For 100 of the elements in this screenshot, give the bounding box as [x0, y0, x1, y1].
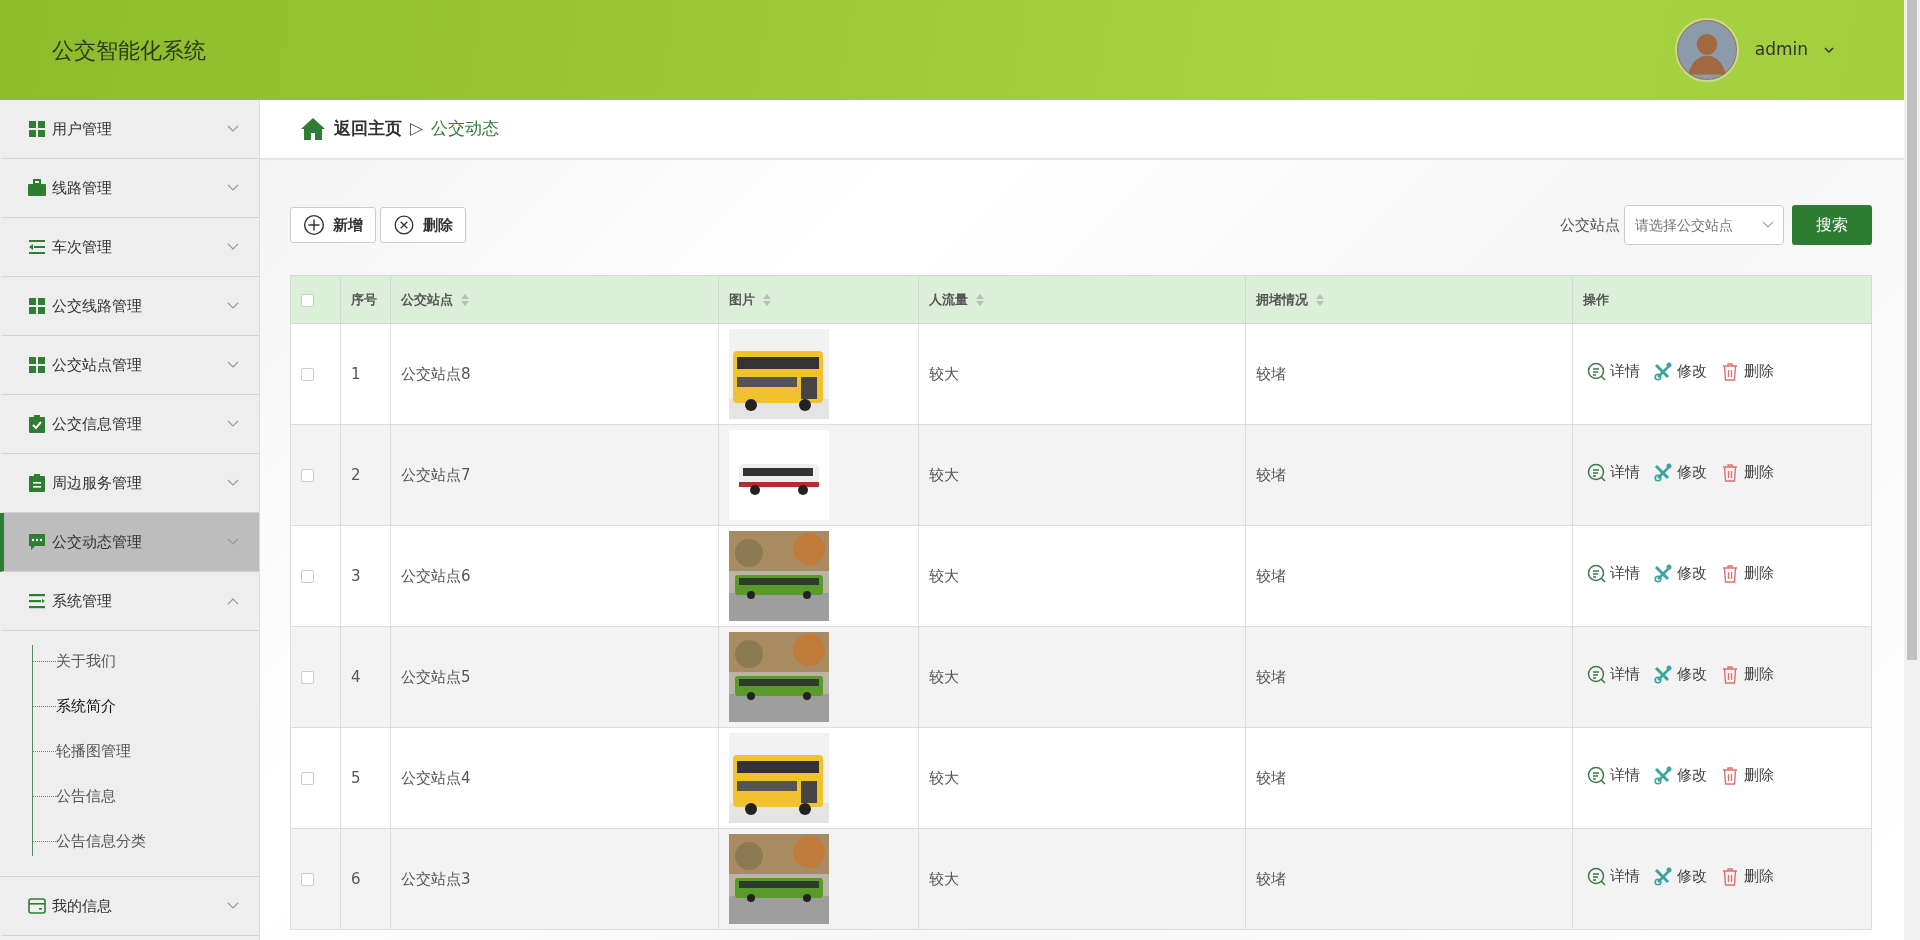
row-checkbox[interactable]: [301, 367, 314, 381]
chevron-down-icon: [227, 902, 239, 910]
table-cell: 5: [340, 727, 391, 829]
clipboard-icon: [28, 474, 46, 492]
grid-icon: [28, 297, 46, 315]
chevron-up-icon: [227, 597, 239, 605]
detail-link[interactable]: 详情: [1587, 461, 1640, 484]
home-link[interactable]: 返回主页: [334, 116, 402, 142]
chevron-down-icon: [1824, 46, 1834, 54]
trash-icon: [1721, 463, 1740, 483]
trash-icon: [1721, 867, 1740, 887]
chevron-down-icon: [227, 538, 239, 546]
edit-link[interactable]: 修改: [1654, 360, 1707, 383]
home-icon[interactable]: [300, 117, 326, 141]
wrench-screwdriver-icon: [1654, 564, 1673, 584]
column-header[interactable]: 图片: [729, 289, 755, 310]
sidebar-item[interactable]: 公交信息管理: [0, 395, 259, 454]
search-button[interactable]: 搜索: [1792, 205, 1872, 245]
grid-icon: [28, 120, 46, 138]
trash-icon: [1721, 665, 1740, 685]
sidebar-item[interactable]: 我的信息: [0, 877, 259, 936]
table-cell: 较堵: [1245, 323, 1573, 425]
row-checkbox[interactable]: [301, 872, 314, 886]
wrench-screwdriver-icon: [1654, 362, 1673, 382]
add-button[interactable]: 新增: [290, 207, 376, 243]
detail-link[interactable]: 详情: [1587, 360, 1640, 383]
delete-link[interactable]: 删除: [1721, 663, 1774, 686]
table-cell: 较堵: [1245, 828, 1573, 930]
chevron-down-icon: [227, 302, 239, 310]
row-checkbox[interactable]: [301, 670, 314, 684]
row-checkbox[interactable]: [301, 468, 314, 482]
chevron-down-icon: [227, 361, 239, 369]
chat-icon: [28, 533, 46, 551]
select-all-checkbox[interactable]: [301, 293, 314, 307]
detail-icon: [1587, 463, 1606, 483]
table-cell: 较大: [918, 424, 1246, 526]
edit-link[interactable]: 修改: [1654, 865, 1707, 888]
x-circle-icon: [393, 214, 415, 236]
delete-link[interactable]: 删除: [1721, 360, 1774, 383]
sidebar-item[interactable]: 线路管理: [0, 159, 259, 218]
sidebar-item[interactable]: 系统管理: [0, 572, 259, 631]
table-cell: 较大: [918, 828, 1246, 930]
table-cell: 1: [340, 323, 391, 425]
column-header[interactable]: 拥堵情况: [1256, 289, 1308, 310]
grid-icon: [28, 356, 46, 374]
detail-icon: [1587, 362, 1606, 382]
table-cell: 较堵: [1245, 727, 1573, 829]
detail-icon: [1587, 867, 1606, 887]
user-menu[interactable]: admin: [1754, 37, 1808, 63]
table-cell: 公交站点7: [390, 424, 719, 526]
chevron-down-icon: [227, 420, 239, 428]
edit-link[interactable]: 修改: [1654, 663, 1707, 686]
delete-link[interactable]: 删除: [1721, 461, 1774, 484]
detail-link[interactable]: 详情: [1587, 562, 1640, 585]
wrench-screwdriver-icon: [1654, 766, 1673, 786]
app-title: 公交智能化系统: [52, 36, 206, 65]
card-icon: [28, 897, 46, 915]
table-cell: 较大: [918, 626, 1246, 728]
chevron-down-icon: [227, 243, 239, 251]
edit-link[interactable]: 修改: [1654, 562, 1707, 585]
sidebar-item[interactable]: 车次管理: [0, 218, 259, 277]
sidebar-item[interactable]: 公交站点管理: [0, 336, 259, 395]
edit-link[interactable]: 修改: [1654, 461, 1707, 484]
detail-link[interactable]: 详情: [1587, 764, 1640, 787]
trash-icon: [1721, 362, 1740, 382]
delete-link[interactable]: 删除: [1721, 562, 1774, 585]
sidebar-item[interactable]: 公交动态管理: [0, 513, 259, 572]
detail-link[interactable]: 详情: [1587, 865, 1640, 888]
submenu-item[interactable]: 公告信息分类: [56, 830, 146, 853]
table-cell: 较堵: [1245, 626, 1573, 728]
table-cell: 3: [340, 525, 391, 627]
table-cell: 较大: [918, 525, 1246, 627]
table-cell: 公交站点8: [390, 323, 719, 425]
table-cell: 较大: [918, 727, 1246, 829]
delete-link[interactable]: 删除: [1721, 865, 1774, 888]
sidebar-item[interactable]: 用户管理: [0, 100, 259, 159]
column-header[interactable]: 人流量: [929, 289, 968, 310]
wrench-screwdriver-icon: [1654, 463, 1673, 483]
list-icon: [28, 592, 46, 610]
row-checkbox[interactable]: [301, 771, 314, 785]
delete-link[interactable]: 删除: [1721, 764, 1774, 787]
column-header[interactable]: 公交站点: [401, 289, 453, 310]
row-checkbox[interactable]: [301, 569, 314, 583]
edit-link[interactable]: 修改: [1654, 764, 1707, 787]
table-cell: 较大: [918, 323, 1246, 425]
station-select[interactable]: 请选择公交站点: [1624, 205, 1784, 245]
submenu-item[interactable]: 轮播图管理: [56, 740, 131, 763]
submenu-item[interactable]: 系统简介: [56, 695, 116, 718]
table-cell: 公交站点4: [390, 727, 719, 829]
submenu-item[interactable]: 关于我们: [56, 650, 116, 673]
table-cell: 2: [340, 424, 391, 526]
delete-button[interactable]: 删除: [380, 207, 466, 243]
detail-link[interactable]: 详情: [1587, 663, 1640, 686]
plus-circle-icon: [303, 214, 325, 236]
chevron-down-icon: [1762, 221, 1774, 229]
submenu-item[interactable]: 公告信息: [56, 785, 116, 808]
scrollbar[interactable]: [1904, 0, 1920, 940]
column-header[interactable]: 操作: [1583, 289, 1609, 310]
sidebar-item[interactable]: 公交线路管理: [0, 277, 259, 336]
table-cell: 6: [340, 828, 391, 930]
